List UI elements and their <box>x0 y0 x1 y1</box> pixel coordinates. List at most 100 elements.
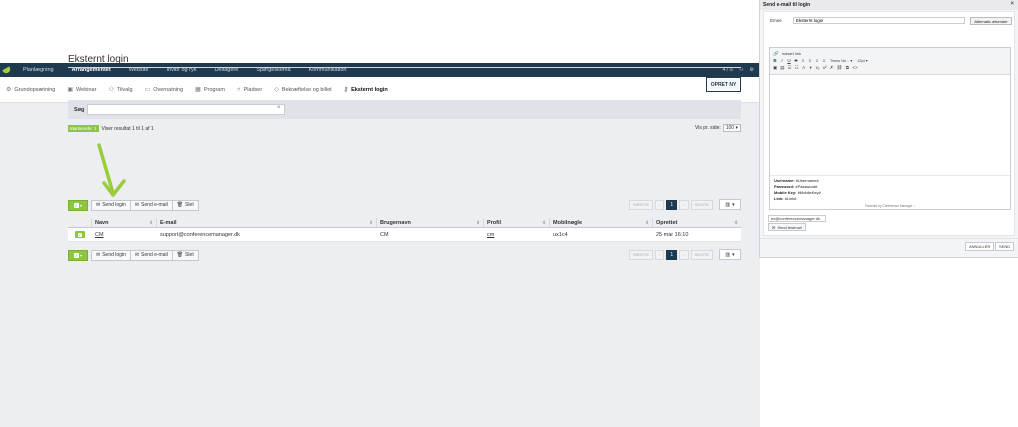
email-body-text[interactable]: Username: #Username# Password: #Password… <box>774 178 821 202</box>
align-right-icon[interactable]: ≡ <box>815 58 819 63</box>
nav-sporgeskema[interactable]: Spørgeskema <box>247 63 299 77</box>
pager-first[interactable]: FØRSTE <box>628 199 654 210</box>
align-left-icon[interactable]: ≡ <box>801 58 805 63</box>
tab-label: Overnatning <box>153 86 184 93</box>
send-email-button[interactable]: ✉ Send e-mail <box>129 249 173 261</box>
alternative-sender-button[interactable]: Alternativ afsender <box>970 17 1012 25</box>
image-icon[interactable]: ▣ <box>773 65 777 71</box>
tab-overnatning[interactable]: ▭ Overnatning <box>143 86 194 94</box>
button-label: Send e-mail <box>141 202 168 208</box>
nav-kommunikation[interactable]: Kommunikation <box>300 63 356 77</box>
checkbox-icon: ✓ <box>73 202 79 208</box>
title-divider <box>68 67 741 68</box>
clear-search-icon[interactable]: × <box>277 105 281 111</box>
insert-link-button[interactable]: Indsæt link <box>782 51 801 56</box>
clear-format-icon[interactable]: ✗ <box>830 65 834 71</box>
header-mobilnogle[interactable]: Mobilnøgle ⇕ <box>550 218 653 227</box>
tab-bekraeftelse[interactable]: ◇ Bekræftelse og billet <box>272 86 341 94</box>
header-email[interactable]: E-mail ⇕ <box>157 218 377 227</box>
pager-current[interactable]: 1 <box>666 249 678 260</box>
delete-button[interactable]: 🗑 Slet <box>171 199 199 211</box>
per-page-label: Vis pr. side: <box>694 125 721 131</box>
test-email-input[interactable]: ex@conferencemanager.dk <box>768 215 826 222</box>
send-button[interactable]: SEND <box>995 242 1015 251</box>
create-new-button[interactable]: OPRET NY <box>706 77 741 92</box>
columns-dropdown[interactable]: ▥ ▾ <box>719 249 741 260</box>
toolbar-row-2: B I U S ≡ ≡ ≡ ≡ Times Ne... ▾ 12pt ▾ <box>773 57 1007 64</box>
tab-grundopsaetning[interactable]: ⚙ Grundopsætning <box>4 86 65 94</box>
dialog-body: Emne Alternativ afsender 🔗 Indsæt link B… <box>763 11 1015 236</box>
nav-invibr[interactable]: Invibr og ryk <box>157 63 205 77</box>
strikethrough-icon[interactable]: S <box>794 58 798 63</box>
nav-planlaegning[interactable]: Planlægning <box>14 63 63 77</box>
select-all-dropdown[interactable]: ✓ ▾ <box>68 199 88 211</box>
nav-deltagere[interactable]: Deltagere <box>205 63 247 77</box>
source-code-icon[interactable]: <> <box>852 65 857 70</box>
table-row[interactable]: ✓ CM support@conferencemanager.dk CM cm … <box>68 228 741 242</box>
table-icon[interactable]: ▤ <box>780 65 784 71</box>
pager-prev[interactable]: ‹ <box>655 249 665 260</box>
send-login-button[interactable]: ✉ Send login <box>91 249 131 261</box>
chevron-down-icon[interactable]: ▾ <box>809 65 813 71</box>
delete-button[interactable]: 🗑 Slet <box>171 249 199 261</box>
font-family-select[interactable]: Times Ne... ▾ <box>829 58 853 63</box>
search-bar: Søg <box>68 100 741 119</box>
header-navn[interactable]: Navn ⇕ <box>92 218 157 227</box>
send-login-button[interactable]: ✉ Send login <box>91 199 131 211</box>
settings-icon[interactable]: ⚙ <box>750 67 754 73</box>
text-color-icon[interactable]: A <box>802 65 806 70</box>
header-brugernavn[interactable]: Brugernavn ⇕ <box>377 218 484 227</box>
select-all-dropdown[interactable]: ✓ ▾ <box>68 249 88 261</box>
tab-pladser[interactable]: ⑁ Pladser <box>235 87 272 93</box>
italic-icon[interactable]: I <box>780 58 784 63</box>
align-center-icon[interactable]: ≡ <box>808 58 812 63</box>
align-justify-icon[interactable]: ≡ <box>822 58 826 63</box>
close-icon[interactable]: × <box>1010 1 1014 7</box>
tab-tilvalg[interactable]: ⚇ Tilvalg <box>106 86 142 94</box>
tag-icon: ◇ <box>274 87 279 93</box>
search-input[interactable] <box>87 104 285 115</box>
link-icon[interactable]: 🔗 <box>773 51 779 57</box>
header-oprettet[interactable]: Oprettet ⇕ <box>653 218 741 227</box>
pager-last[interactable]: SIDSTE <box>690 249 713 260</box>
cancel-button[interactable]: ANNULLÉR <box>965 242 995 251</box>
superscript-icon[interactable]: x² <box>823 65 827 70</box>
pager-current[interactable]: 1 <box>666 199 678 210</box>
tab-label: Webinar <box>76 86 97 93</box>
button-label: Send e-mail <box>141 252 168 258</box>
send-test-button[interactable]: ✉ Send testmail <box>768 223 806 231</box>
nav-arrangementet[interactable]: Arrangementet <box>63 63 120 77</box>
subscript-icon[interactable]: x₂ <box>816 65 820 70</box>
calendar-icon: ▦ <box>195 87 201 93</box>
bullet-list-icon[interactable]: ☰ <box>788 65 792 71</box>
tab-webinar[interactable]: ▣ Webinar <box>65 86 106 94</box>
body-line-link: Link: #Link# <box>774 196 821 202</box>
trash-icon: 🗑 <box>176 202 184 208</box>
bold-icon[interactable]: B <box>773 58 777 63</box>
pager-next[interactable]: › <box>679 249 689 260</box>
font-size-select[interactable]: 12pt ▾ <box>856 58 868 63</box>
pager-last[interactable]: SIDSTE <box>690 199 713 210</box>
underline-icon[interactable]: U <box>787 58 791 63</box>
header-profil[interactable]: Profil ⇕ <box>484 218 550 227</box>
pager-next[interactable]: › <box>679 199 689 210</box>
tab-program[interactable]: ▦ Program <box>193 86 235 94</box>
tab-label: Tilvalg <box>116 86 133 93</box>
pager-prev[interactable]: ‹ <box>655 199 665 210</box>
chevron-down-icon: ▾ <box>732 251 735 258</box>
unlink-icon[interactable]: ⛓ <box>837 65 843 71</box>
copy-icon[interactable]: ⧉ <box>845 65 849 70</box>
per-page-select[interactable]: 100 ▾ <box>722 124 741 132</box>
row-checkbox[interactable]: ✓ <box>68 228 92 241</box>
rich-text-editor[interactable]: 🔗 Indsæt link B I U S ≡ ≡ ≡ ≡ Times Ne..… <box>769 47 1011 210</box>
tab-eksternt-login[interactable]: ⚷ Eksternt login <box>342 86 398 94</box>
send-email-button[interactable]: ✉ Send e-mail <box>129 199 173 211</box>
per-page-control: Vis pr. side: 100 ▾ <box>695 124 741 132</box>
numbered-list-icon[interactable]: ☷ <box>795 65 799 71</box>
subject-input[interactable] <box>793 17 965 24</box>
cell-navn[interactable]: CM <box>92 228 157 241</box>
cell-profil[interactable]: cm <box>484 228 550 241</box>
columns-dropdown[interactable]: ▥ ▾ <box>719 199 741 210</box>
pager-first[interactable]: FØRSTE <box>628 249 654 260</box>
nav-website[interactable]: Website <box>120 63 158 77</box>
